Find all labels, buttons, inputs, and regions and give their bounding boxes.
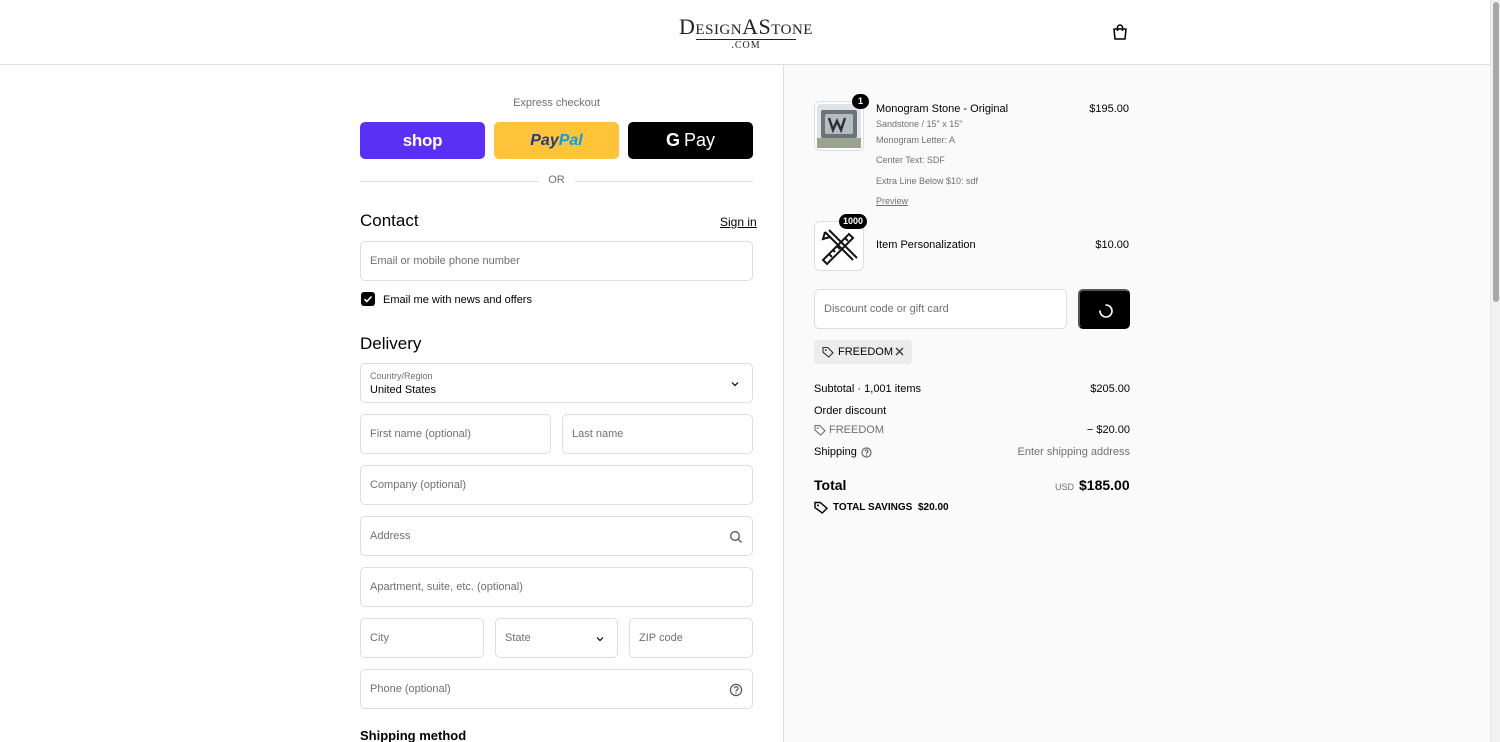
ruler-pencil-icon <box>821 229 858 266</box>
subtotal-value: $205.00 <box>1090 383 1130 395</box>
tag-icon <box>814 424 826 436</box>
country-select[interactable]: Country/Region United States <box>360 363 753 403</box>
applied-discount-code: FREEDOM <box>838 346 893 358</box>
discount-code-field[interactable]: Discount code or gift card <box>814 289 1067 329</box>
shipping-label: Shipping <box>814 446 857 458</box>
shipping-row: Shipping Enter shipping address <box>814 446 1130 458</box>
company-field[interactable]: Company (optional) <box>360 465 753 505</box>
personalization-thumbnail: 1000 <box>814 214 867 271</box>
order-discount-row: Order discount <box>814 405 1130 417</box>
shipping-method-title: Shipping method <box>360 728 467 742</box>
total-value: $185.00 <box>1079 477 1130 493</box>
item-name: Monogram Stone - Original <box>876 103 1009 115</box>
sign-in-link[interactable]: Sign in <box>720 215 757 229</box>
chevron-down-icon <box>596 637 604 642</box>
item-detail-material: Sandstone / 15" x 15" <box>876 119 963 129</box>
state-select[interactable]: State <box>495 618 618 658</box>
order-summary-panel <box>783 65 1490 742</box>
applied-discount-tag: FREEDOM <box>814 340 912 364</box>
delivery-title: Delivery <box>360 334 422 353</box>
savings-label: TOTAL SAVINGS <box>833 502 913 513</box>
order-discount-value: − $20.00 <box>1086 424 1130 436</box>
google-pay-button[interactable]: G Pay <box>628 122 753 159</box>
help-circle-icon[interactable] <box>729 683 743 697</box>
shop-pay-button[interactable]: shop <box>360 122 485 159</box>
item-quantity-badge: 1000 <box>838 214 867 229</box>
google-pay-label: Pay <box>683 130 716 150</box>
tag-icon <box>814 501 828 514</box>
brand-logo[interactable]: DesignAStone .COM <box>674 16 818 51</box>
site-header: DesignAStone .COM <box>0 0 1490 65</box>
total-label: Total <box>814 477 847 493</box>
apply-discount-button[interactable] <box>1078 289 1130 329</box>
total-currency: USD <box>1055 482 1075 492</box>
zip-placeholder: ZIP code <box>639 632 683 644</box>
email-placeholder: Email or mobile phone number <box>370 255 520 267</box>
paypal-label-part1: Pay <box>530 131 559 149</box>
scrollbar-thumb[interactable] <box>1493 2 1499 302</box>
stone-image-icon <box>817 104 861 148</box>
item-detail-extra-line: Extra Line Below $10: sdf <box>876 176 979 186</box>
contact-title: Contact <box>360 211 419 230</box>
newsletter-checkbox[interactable] <box>361 292 375 306</box>
item-quantity-badge: 1 <box>852 94 869 109</box>
logo-domain: .COM <box>696 39 796 51</box>
search-icon <box>730 531 742 543</box>
apartment-placeholder: Apartment, suite, etc. (optional) <box>370 581 523 593</box>
shop-pay-label: shop <box>402 130 443 150</box>
express-checkout-label: Express checkout <box>513 97 600 109</box>
item-detail-letter: Monogram Letter: A <box>876 135 956 145</box>
item-preview-link[interactable]: Preview <box>876 196 908 206</box>
item-price: $195.00 <box>1089 103 1129 115</box>
logo-wordmark: DesignAStone <box>679 14 813 39</box>
or-label: OR <box>548 174 565 186</box>
monogram-stone-thumbnail: 1 <box>814 94 869 151</box>
first-name-field[interactable]: First name (optional) <box>360 414 551 454</box>
subtotal-label: Subtotal · 1,001 items <box>814 383 922 395</box>
email-field[interactable]: Email or mobile phone number <box>360 241 753 281</box>
city-field[interactable]: City <box>360 618 484 658</box>
close-icon[interactable] <box>894 346 905 357</box>
discount-placeholder: Discount code or gift card <box>824 303 949 315</box>
first-name-placeholder: First name (optional) <box>370 428 471 440</box>
order-discount-label: Order discount <box>814 405 887 417</box>
city-placeholder: City <box>370 632 389 644</box>
newsletter-label: Email me with news and offers <box>383 294 532 306</box>
state-placeholder: State <box>505 632 531 644</box>
country-label: Country/Region <box>370 371 433 381</box>
company-placeholder: Company (optional) <box>370 479 466 491</box>
apartment-field[interactable]: Apartment, suite, etc. (optional) <box>360 567 753 607</box>
item-price: $10.00 <box>1095 239 1129 251</box>
last-name-placeholder: Last name <box>572 428 624 440</box>
savings-value: $20.00 <box>918 502 949 513</box>
phone-placeholder: Phone (optional) <box>370 683 451 695</box>
last-name-field[interactable]: Last name <box>562 414 753 454</box>
address-field[interactable]: Address <box>360 516 753 556</box>
address-placeholder: Address <box>370 530 411 542</box>
phone-field[interactable]: Phone (optional) <box>360 669 753 709</box>
country-value: United States <box>370 384 437 396</box>
page-scrollbar[interactable] <box>1490 0 1500 742</box>
shopping-bag-icon[interactable] <box>1111 23 1129 41</box>
shipping-value: Enter shipping address <box>1017 446 1130 458</box>
help-circle-icon[interactable] <box>861 447 872 458</box>
subtotal-row: Subtotal · 1,001 items $205.00 <box>814 383 1130 395</box>
checkmark-icon <box>363 295 373 303</box>
item-detail-center-text: Center Text: SDF <box>876 155 945 165</box>
paypal-label-part2: Pal <box>558 131 583 149</box>
paypal-button[interactable]: Pay Pal <box>494 122 619 159</box>
loading-spinner-icon <box>1099 304 1113 318</box>
google-g-icon: G <box>665 130 680 150</box>
order-discount-code: FREEDOM <box>829 424 884 436</box>
or-divider: OR <box>360 174 753 188</box>
item-name: Item Personalization <box>876 239 976 251</box>
divider-line-right <box>575 181 753 182</box>
zip-field[interactable]: ZIP code <box>629 618 753 658</box>
chevron-down-icon <box>731 382 739 387</box>
tag-icon <box>822 346 834 358</box>
